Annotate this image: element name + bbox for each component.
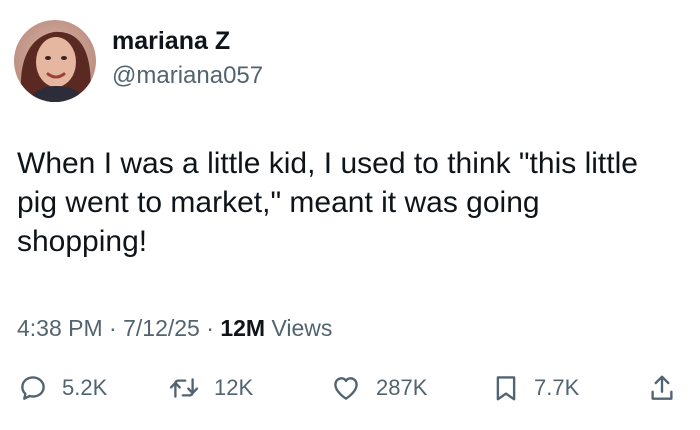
author-names: mariana Z @mariana057 bbox=[112, 26, 263, 92]
repost-icon bbox=[168, 373, 200, 403]
meta-separator: · bbox=[109, 315, 117, 341]
like-count: 287K bbox=[376, 375, 428, 400]
author-display-name[interactable]: mariana Z bbox=[112, 26, 263, 56]
bookmark-count: 7.7K bbox=[534, 375, 580, 400]
action-bar: 5.2K 12K 287K 7.7K bbox=[0, 366, 700, 410]
bookmark-icon bbox=[492, 373, 520, 403]
views-count: 12M bbox=[220, 315, 266, 341]
reply-button[interactable]: 5.2K bbox=[18, 366, 107, 410]
tweet-meta: 4:38 PM · 7/12/25 · 12M Views bbox=[17, 312, 332, 344]
tweet-date[interactable]: 7/12/25 bbox=[123, 315, 200, 341]
tweet-card: mariana Z @mariana057 When I was a littl… bbox=[0, 0, 700, 430]
heart-icon bbox=[330, 373, 362, 403]
repost-button[interactable]: 12K bbox=[168, 366, 253, 410]
tweet-header: mariana Z @mariana057 bbox=[14, 20, 263, 102]
meta-separator: · bbox=[206, 315, 214, 341]
avatar[interactable] bbox=[14, 20, 96, 102]
like-button[interactable]: 287K bbox=[330, 366, 427, 410]
reply-icon bbox=[18, 373, 48, 403]
author-handle[interactable]: @mariana057 bbox=[112, 60, 263, 92]
share-icon bbox=[648, 373, 676, 403]
bookmark-button[interactable]: 7.7K bbox=[492, 366, 579, 410]
tweet-text: When I was a little kid, I used to think… bbox=[17, 147, 638, 258]
share-button[interactable] bbox=[648, 366, 676, 410]
reply-count: 5.2K bbox=[62, 375, 108, 400]
views-label: Views bbox=[271, 315, 333, 341]
tweet-time[interactable]: 4:38 PM bbox=[17, 315, 103, 341]
repost-count: 12K bbox=[214, 375, 254, 400]
